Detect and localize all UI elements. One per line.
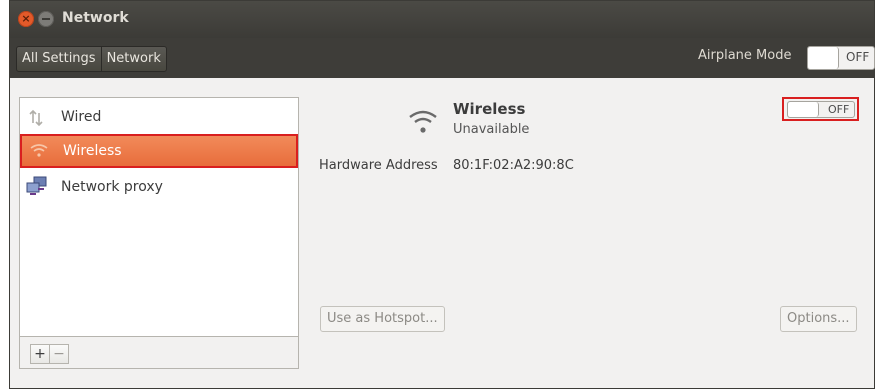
breadcrumb-network[interactable]: Network <box>100 47 166 71</box>
sidebar-item-wireless[interactable]: Wireless <box>20 134 298 168</box>
connection-list: Wired Wireless Network proxy <box>19 97 299 337</box>
toolbar: All Settings Network Airplane Mode OFF <box>10 38 875 78</box>
window-title: Network <box>62 10 129 26</box>
sidebar-item-label: Wired <box>61 109 102 125</box>
sidebar-item-label: Network proxy <box>61 179 163 195</box>
minimize-window-button[interactable] <box>38 11 54 27</box>
network-proxy-icon <box>26 176 47 195</box>
toggle-knob <box>788 102 819 117</box>
wireless-toggle-highlight: OFF <box>782 97 859 121</box>
add-connection-button[interactable]: + <box>30 344 50 364</box>
wifi-icon <box>30 144 48 157</box>
use-as-hotspot-button[interactable]: Use as Hotspot... <box>320 306 445 332</box>
title-bar: × Network <box>10 1 874 38</box>
device-status: Unavailable <box>453 122 530 137</box>
wireless-toggle-state: OFF <box>828 103 850 116</box>
close-window-button[interactable]: × <box>18 11 34 27</box>
options-button[interactable]: Options... <box>780 306 857 332</box>
device-title: Wireless <box>453 100 526 118</box>
wired-arrows-icon <box>29 109 43 127</box>
airplane-mode-state: OFF <box>846 50 870 64</box>
breadcrumb: All Settings Network <box>16 46 167 72</box>
list-toolbar: + − <box>19 337 299 369</box>
add-remove-group: + − <box>30 344 69 364</box>
hardware-address-value: 80:1F:02:A2:90:8C <box>453 158 574 173</box>
remove-connection-button[interactable]: − <box>50 344 69 364</box>
airplane-mode-toggle[interactable]: OFF <box>807 46 875 70</box>
toggle-knob <box>808 47 839 69</box>
wireless-toggle[interactable]: OFF <box>787 101 855 118</box>
wifi-icon <box>409 110 437 133</box>
airplane-mode-label: Airplane Mode <box>698 48 792 63</box>
sidebar-item-network-proxy[interactable]: Network proxy <box>20 170 298 204</box>
breadcrumb-all-settings[interactable]: All Settings <box>17 47 101 71</box>
sidebar-item-wired[interactable]: Wired <box>20 100 298 134</box>
sidebar-item-label: Wireless <box>63 143 122 159</box>
hardware-address-label: Hardware Address <box>319 158 438 173</box>
